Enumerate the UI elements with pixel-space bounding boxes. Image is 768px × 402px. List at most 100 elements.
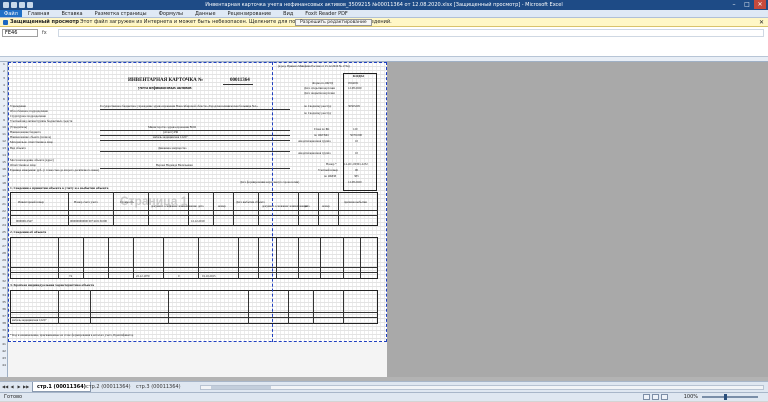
- row-header[interactable]: 23: [0, 216, 8, 220]
- row-header[interactable]: 24: [0, 223, 8, 227]
- row-header[interactable]: 18: [0, 181, 8, 185]
- row-header[interactable]: 26: [0, 237, 8, 241]
- last-sheet-icon[interactable]: ▶▶: [23, 384, 29, 390]
- tab-navigation[interactable]: ◀◀ ◀ ▶ ▶▶: [2, 384, 29, 390]
- row-header[interactable]: 9: [0, 118, 8, 122]
- row-header[interactable]: 17: [0, 174, 8, 178]
- row-header[interactable]: 42: [0, 349, 8, 353]
- row-header[interactable]: 32: [0, 279, 8, 283]
- row-header[interactable]: 44: [0, 363, 8, 367]
- row-header[interactable]: 10: [0, 125, 8, 129]
- row-header[interactable]: 8: [0, 111, 8, 115]
- table-col: [343, 290, 344, 324]
- row-header[interactable]: 37: [0, 314, 8, 318]
- row-header[interactable]: 35: [0, 300, 8, 304]
- outside-print-area[interactable]: [387, 62, 768, 377]
- page-layout-view-icon[interactable]: [652, 394, 659, 400]
- row-header[interactable]: 4: [0, 83, 8, 87]
- sheet-tab[interactable]: стр.2 (00011364): [82, 382, 135, 392]
- minimize-icon[interactable]: –: [728, 0, 740, 9]
- formula-input[interactable]: [58, 29, 764, 37]
- tab-file[interactable]: Файл: [0, 10, 22, 17]
- table-col: [108, 237, 109, 279]
- tab-review[interactable]: Рецензирование: [222, 10, 278, 17]
- zoom-slider-knob[interactable]: [724, 394, 727, 400]
- column-header: дата: [198, 204, 204, 208]
- section2-title: 2. Сведения об объекте: [10, 230, 47, 234]
- normal-view-icon[interactable]: [643, 394, 650, 400]
- tab-insert[interactable]: Вставка: [55, 10, 88, 17]
- row-header[interactable]: 1: [0, 62, 8, 66]
- table-cell: мебель медицинская 12227: [12, 318, 47, 322]
- table-col: [213, 192, 214, 226]
- row-header[interactable]: 5: [0, 90, 8, 94]
- print-page[interactable]: (в ред. Приказа Минфина России от 15.12.…: [8, 62, 387, 342]
- window-controls[interactable]: – □ ✕: [728, 0, 766, 9]
- sheet-area[interactable]: 1 2 3 4 5 6 7 8 9 10 11 12 13 14 15 16 17 18 19 20 21 22 23 24 2…: [0, 57, 768, 381]
- horizontal-scrollbar[interactable]: [200, 385, 764, 390]
- form-title: ИНВЕНТАРНАЯ КАРТОЧКА №: [128, 78, 204, 83]
- row-header[interactable]: 22: [0, 209, 8, 213]
- tab-page-layout[interactable]: Разметка страницы: [89, 10, 153, 17]
- sheet-tab[interactable]: стр.3 (00011364): [132, 382, 185, 392]
- zoom-slider[interactable]: [702, 394, 758, 400]
- tab-formulas[interactable]: Формулы: [153, 10, 189, 17]
- tab-view[interactable]: Вид: [277, 10, 299, 17]
- row-header[interactable]: 19: [0, 188, 8, 192]
- row-header[interactable]: 28: [0, 251, 8, 255]
- row-header[interactable]: 40: [0, 335, 8, 339]
- row-header[interactable]: 2: [0, 69, 8, 73]
- row-header[interactable]: 14: [0, 153, 8, 157]
- tab-home[interactable]: Главная: [22, 10, 56, 17]
- page-break-line[interactable]: [272, 62, 273, 342]
- row-headers[interactable]: 1 2 3 4 5 6 7 8 9 10 11 12 13 14 15 16 17 18 19 20 21 22 23 24 2…: [0, 62, 8, 377]
- table-col: [58, 237, 59, 279]
- row-header[interactable]: 30: [0, 265, 8, 269]
- field-label: Учреждение: [10, 104, 26, 108]
- tab-data[interactable]: Данные: [189, 10, 222, 17]
- row-header[interactable]: 11: [0, 132, 8, 136]
- row-header[interactable]: 13: [0, 146, 8, 150]
- table-col: [168, 290, 169, 324]
- next-sheet-icon[interactable]: ▶: [16, 384, 22, 390]
- name-box[interactable]: FE46: [2, 29, 38, 37]
- page-break-view-icon[interactable]: [661, 394, 668, 400]
- enable-editing-button[interactable]: Разрешить редактирование: [295, 19, 372, 26]
- row-header[interactable]: 25: [0, 230, 8, 234]
- row-header[interactable]: 15: [0, 160, 8, 164]
- row-header[interactable]: 16: [0, 167, 8, 171]
- prev-sheet-icon[interactable]: ◀: [9, 384, 15, 390]
- tab-foxit[interactable]: Foxit Reader PDF: [299, 10, 354, 17]
- row-header[interactable]: 12: [0, 139, 8, 143]
- scrollbar-thumb[interactable]: [211, 386, 271, 389]
- row-header[interactable]: 36: [0, 307, 8, 311]
- row-header[interactable]: 20: [0, 195, 8, 199]
- column-header: номер: [218, 204, 226, 208]
- close-icon[interactable]: ✕: [754, 0, 766, 9]
- row-header[interactable]: 33: [0, 286, 8, 290]
- table-col: [298, 192, 299, 226]
- below-print-area[interactable]: [8, 342, 387, 377]
- row-header[interactable]: 39: [0, 328, 8, 332]
- row-header[interactable]: 38: [0, 321, 8, 325]
- row-header[interactable]: 7: [0, 104, 8, 108]
- code-value: 12.08.2020: [348, 86, 362, 90]
- row-header[interactable]: 21: [0, 202, 8, 206]
- row-header[interactable]: 27: [0, 244, 8, 248]
- row-header[interactable]: 43: [0, 356, 8, 360]
- row-header[interactable]: 34: [0, 293, 8, 297]
- close-infobar-icon[interactable]: ✕: [759, 18, 764, 27]
- row-header[interactable]: 6: [0, 97, 8, 101]
- view-buttons[interactable]: [643, 394, 668, 400]
- field-label: Наименование объекта (полное): [10, 135, 52, 139]
- row-header[interactable]: 29: [0, 258, 8, 262]
- table-col: [238, 237, 239, 279]
- row-header[interactable]: 3: [0, 76, 8, 80]
- fx-icon[interactable]: fx: [42, 29, 56, 37]
- row-header[interactable]: 41: [0, 342, 8, 346]
- first-sheet-icon[interactable]: ◀◀: [2, 384, 8, 390]
- ribbon-tabs: Файл Главная Вставка Разметка страницы Ф…: [0, 10, 768, 18]
- maximize-icon[interactable]: □: [741, 0, 753, 9]
- table-rule: [10, 317, 378, 318]
- row-header[interactable]: 31: [0, 272, 8, 276]
